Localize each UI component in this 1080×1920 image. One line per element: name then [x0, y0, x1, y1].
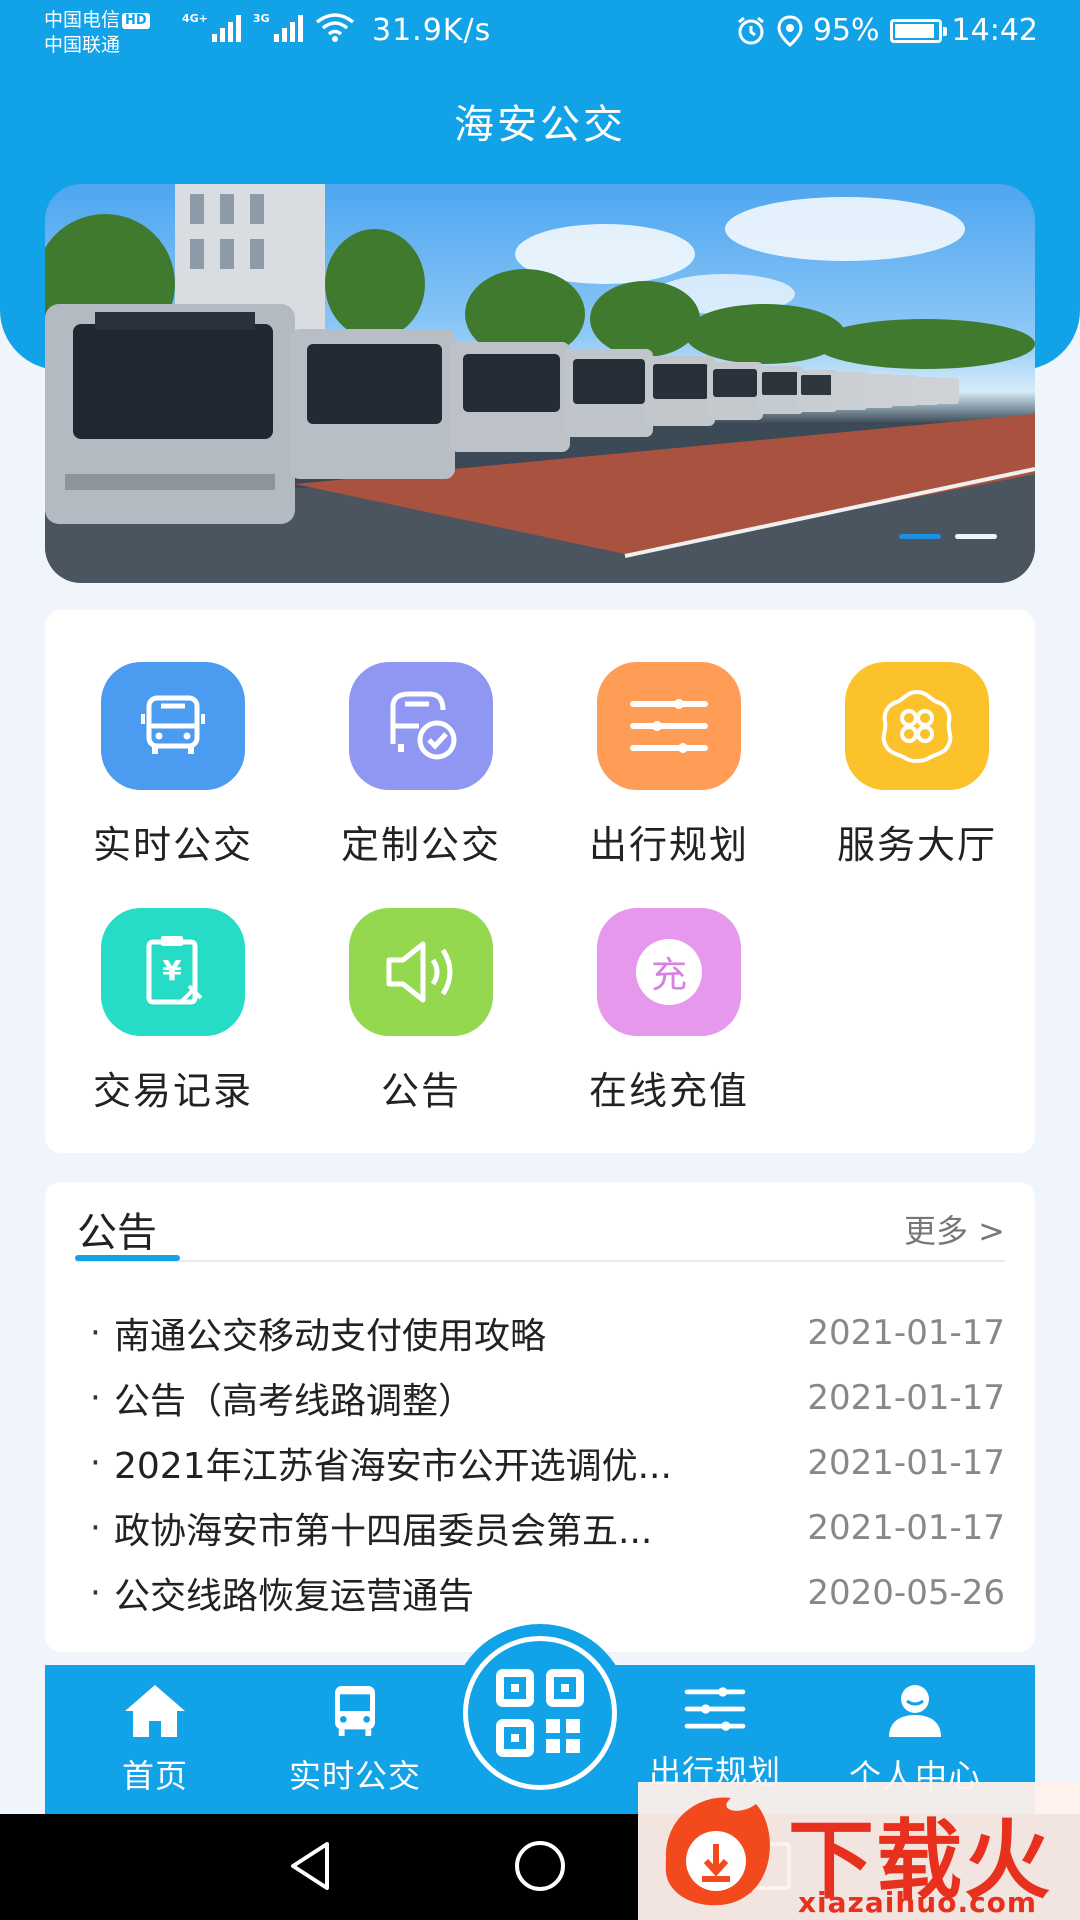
notice-item[interactable]: · 公交线路恢复运营通告 2020-05-26: [90, 1560, 1005, 1625]
nav-item-1[interactable]: 首页: [65, 1681, 245, 1797]
location-icon: [777, 14, 803, 47]
recharge-icon-glyph: 充: [636, 939, 702, 1005]
bullet: ·: [90, 1507, 101, 1548]
watermark: 下载火 xiazaihuo.com: [638, 1782, 1080, 1920]
battery-icon: [889, 18, 947, 43]
menu-item-label: 定制公交: [340, 823, 501, 867]
menu-item-label: 在线充值: [588, 1069, 749, 1113]
nav-item-label: 首页: [121, 1757, 188, 1795]
qr-code-icon: [496, 1669, 584, 1757]
user-icon: [883, 1685, 947, 1745]
notice-title: 2021年江苏省海安市公开选调优...: [114, 1445, 672, 1487]
notice-title: 公告（高考线路调整）: [114, 1380, 475, 1422]
back-icon[interactable]: [285, 1836, 335, 1896]
watermark-url: xiazaihuo.com: [798, 1886, 1038, 1919]
sliders-icon: [681, 1687, 749, 1741]
battery-percent: 95%: [812, 13, 880, 48]
carrier1-label: 中国电信: [44, 9, 121, 31]
network-type-2: 3G: [252, 12, 270, 25]
notice-item[interactable]: · 公告（高考线路调整） 2021-01-17: [90, 1365, 1005, 1430]
signal-icon: [211, 12, 241, 42]
menu-item-label: 交易记录: [92, 1069, 253, 1113]
bus-icon: [325, 1686, 385, 1745]
network-speed: 31.9K/s: [372, 13, 492, 48]
custom-bus-icon: [349, 662, 493, 790]
notice-title: 公交线路恢复运营通告: [114, 1575, 475, 1617]
page-title: 海安公交: [454, 102, 626, 148]
svg-text:¥: ¥: [162, 954, 182, 987]
speaker-icon: [349, 908, 493, 1036]
receipt-icon: ¥: [101, 908, 245, 1036]
carrier2-label: 中国联通: [44, 34, 121, 56]
signal-icon: [273, 12, 303, 42]
menu-item-label: 实时公交: [92, 823, 253, 867]
menu-item-4[interactable]: 服务大厅: [807, 662, 1027, 872]
notice-list: · 南通公交移动支付使用攻略 2021-01-17 · 公告（高考线路调整） 2021-0…: [90, 1300, 1005, 1625]
recharge-icon: 充: [597, 908, 741, 1036]
banner-carousel[interactable]: [45, 184, 1035, 583]
status-right: 95% 14:42: [735, 13, 1038, 48]
bullet: ·: [90, 1572, 101, 1613]
notice-date: 2020-05-26: [807, 1572, 1005, 1613]
notice-date: 2021-01-17: [807, 1442, 1005, 1483]
nav-item-4[interactable]: 出行规划: [625, 1681, 805, 1793]
menu-item-label: 服务大厅: [836, 823, 997, 867]
wifi-icon: [315, 13, 354, 42]
carousel-dots: [899, 534, 997, 539]
menu-item-6[interactable]: 公告: [311, 908, 531, 1118]
clock: 14:42: [951, 13, 1038, 48]
menu-item-label: 出行规划: [588, 823, 749, 867]
notice-title: 政协海安市第十四届委员会第五...: [114, 1510, 653, 1552]
download-logo-icon: [665, 1797, 770, 1906]
notice-item[interactable]: · 2021年江苏省海安市公开选调优... 2021-01-17: [90, 1430, 1005, 1495]
bullet: ·: [90, 1312, 101, 1353]
hd-badge: HD: [122, 13, 150, 29]
banner-image: [45, 184, 1035, 583]
qr-scan-button[interactable]: [463, 1636, 617, 1790]
status-bar: 中国电信 HD 中国联通 4G+ 3G 31.9K/s 95% 14:42: [0, 0, 1080, 66]
notice-panel: 公告 更多 > · 南通公交移动支付使用攻略 2021-01-17 · 公告（高考线路调…: [45, 1182, 1035, 1652]
notice-date: 2021-01-17: [807, 1507, 1005, 1548]
menu-item-3[interactable]: 出行规划: [559, 662, 779, 872]
home-circle-icon[interactable]: [512, 1836, 568, 1896]
notice-item[interactable]: · 政协海安市第十四届委员会第五... 2021-01-17: [90, 1495, 1005, 1560]
alarm-icon: [737, 16, 764, 44]
menu-item-1[interactable]: 实时公交: [63, 662, 283, 872]
notice-item[interactable]: · 南通公交移动支付使用攻略 2021-01-17: [90, 1300, 1005, 1365]
home-icon: [123, 1685, 187, 1745]
menu-item-7[interactable]: 充在线充值: [559, 908, 779, 1118]
function-menu: 实时公交 定制公交 出行规划 服务大厅 ¥ 交易记录 公告 充在线充值: [45, 610, 1035, 1153]
nav-item-2[interactable]: 实时公交: [265, 1681, 445, 1797]
notice-divider: [75, 1260, 1005, 1262]
notice-tab-underline: [75, 1255, 180, 1261]
notice-date: 2021-01-17: [807, 1377, 1005, 1418]
more-link[interactable]: 更多 >: [904, 1206, 1005, 1252]
nav-item-5[interactable]: 个人中心: [825, 1681, 1005, 1797]
clover-icon: [845, 662, 989, 790]
notice-title: 南通公交移动支付使用攻略: [114, 1315, 547, 1357]
nav-item-label: 实时公交: [288, 1757, 421, 1795]
carrier-info: 中国电信 HD 中国联通: [44, 8, 150, 58]
menu-item-2[interactable]: 定制公交: [311, 662, 531, 872]
notice-date: 2021-01-17: [807, 1312, 1005, 1353]
bullet: ·: [90, 1377, 101, 1418]
menu-item-5[interactable]: ¥ 交易记录: [63, 908, 283, 1118]
carousel-dot[interactable]: [899, 534, 941, 539]
signal-indicators: 4G+ 3G: [182, 12, 355, 42]
notice-section-title: 公告: [77, 1210, 157, 1256]
sliders-icon: [597, 662, 741, 790]
menu-item-label: 公告: [380, 1069, 461, 1113]
bullet: ·: [90, 1442, 101, 1483]
network-type-1: 4G+: [182, 12, 208, 25]
bus-icon: [101, 662, 245, 790]
battery-fill: [894, 23, 935, 38]
carousel-dot[interactable]: [955, 534, 997, 539]
